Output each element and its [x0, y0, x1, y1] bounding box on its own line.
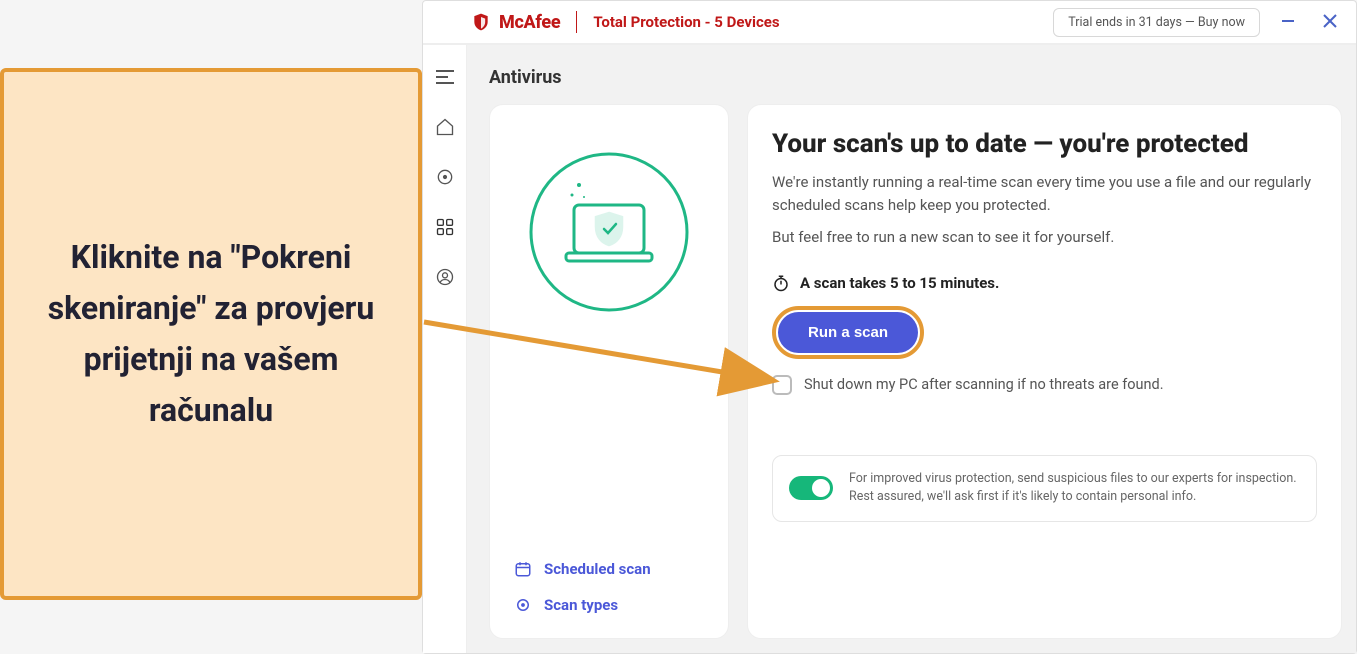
brand-subtitle: Total Protection - 5 Devices — [593, 13, 779, 31]
shutdown-checkbox[interactable] — [772, 375, 792, 395]
shutdown-option-row: Shut down my PC after scanning if no thr… — [772, 375, 1317, 395]
left-links: Scheduled scan Scan types — [514, 544, 704, 614]
footer-toggle-label: For improved virus protection, send susp… — [849, 470, 1300, 508]
page-title: Antivirus — [489, 67, 1342, 88]
brand-name: McAfee — [499, 12, 560, 33]
scan-duration-label: A scan takes 5 to 15 minutes. — [800, 274, 999, 292]
mcafee-shield-icon — [471, 12, 491, 32]
scan-icon — [514, 596, 532, 614]
menu-icon — [436, 70, 454, 84]
close-button[interactable] — [1316, 10, 1344, 34]
grid-icon — [435, 217, 455, 237]
nav-protect-button[interactable] — [431, 163, 459, 191]
app-window: McAfee Total Protection - 5 Devices Tria… — [422, 0, 1357, 654]
card-scan-status: Your scan's up to date — you're protecte… — [747, 104, 1342, 639]
stopwatch-icon — [772, 274, 790, 292]
scan-types-link[interactable]: Scan types — [514, 596, 704, 614]
scan-heading: Your scan's up to date — you're protecte… — [772, 129, 1317, 159]
minimize-button[interactable] — [1274, 12, 1302, 33]
calendar-icon — [514, 560, 532, 578]
brand-separator — [576, 11, 577, 33]
target-icon — [435, 167, 455, 187]
content-area: Antivirus — [467, 45, 1356, 653]
nav-menu-button[interactable] — [431, 63, 459, 91]
user-circle-icon — [435, 267, 455, 287]
brand-block: McAfee Total Protection - 5 Devices — [471, 11, 780, 33]
nav-home-button[interactable] — [431, 113, 459, 141]
scan-body-1: We're instantly running a real-time scan… — [772, 171, 1317, 218]
scan-body-2: But feel free to run a new scan to see i… — [772, 228, 1317, 246]
trial-pill-button[interactable]: Trial ends in 31 days — Buy now — [1053, 8, 1260, 37]
send-files-toggle[interactable] — [789, 476, 833, 500]
nav-apps-button[interactable] — [431, 213, 459, 241]
minimize-icon — [1281, 14, 1295, 28]
cards-row: Scheduled scan Scan types Your scan's up… — [489, 104, 1342, 639]
sidebar — [423, 45, 467, 653]
annotation-text: Kliknite na "Pokreni skeniranje" za prov… — [34, 232, 388, 437]
scheduled-scan-label: Scheduled scan — [544, 560, 651, 578]
footer-toggle-box: For improved virus protection, send susp… — [772, 455, 1317, 523]
laptop-shield-icon — [524, 147, 694, 317]
card-illustration: Scheduled scan Scan types — [489, 104, 729, 639]
close-icon — [1322, 13, 1338, 29]
scan-duration-row: A scan takes 5 to 15 minutes. — [772, 274, 1317, 292]
nav-account-button[interactable] — [431, 263, 459, 291]
shutdown-checkbox-label: Shut down my PC after scanning if no thr… — [804, 376, 1164, 393]
scheduled-scan-link[interactable]: Scheduled scan — [514, 560, 704, 578]
title-right-group: Trial ends in 31 days — Buy now — [1053, 8, 1344, 37]
app-body: Antivirus — [423, 45, 1356, 653]
home-icon — [435, 117, 455, 137]
scan-types-label: Scan types — [544, 596, 618, 614]
protection-illustration — [514, 129, 704, 544]
title-bar: McAfee Total Protection - 5 Devices Tria… — [423, 1, 1356, 45]
annotation-callout: Kliknite na "Pokreni skeniranje" za prov… — [0, 68, 422, 600]
run-scan-highlight-frame: Run a scan — [772, 306, 924, 359]
run-scan-button[interactable]: Run a scan — [778, 312, 918, 353]
